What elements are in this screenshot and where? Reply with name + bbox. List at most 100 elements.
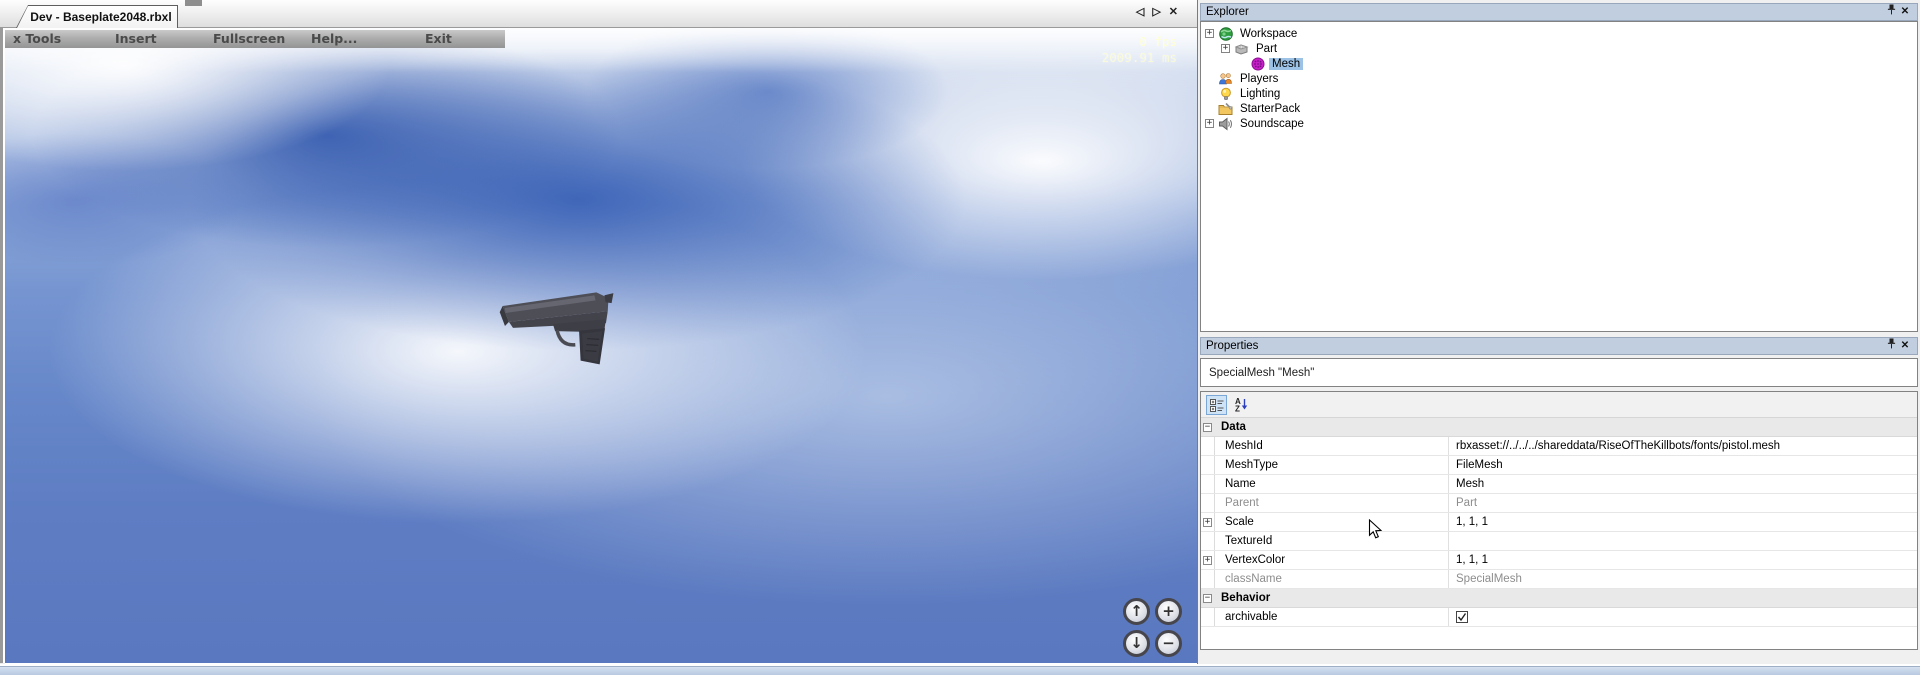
property-row-scale[interactable]: +Scale1, 1, 1 xyxy=(1201,513,1917,532)
pistol-mesh-object[interactable] xyxy=(492,283,631,371)
property-row-classname[interactable]: classNameSpecialMesh xyxy=(1201,570,1917,589)
viewport-window: Dev - Baseplate2048.rbxl ◁ ▷ ✕ x Tools Inse… xyxy=(0,0,1197,675)
selection-info: SpecialMesh "Mesh" xyxy=(1200,358,1918,387)
property-name: archivable xyxy=(1215,608,1449,626)
row-margin: + xyxy=(1201,551,1215,569)
categorized-view-button[interactable] xyxy=(1206,395,1227,415)
tree-item-label: Workspace xyxy=(1237,28,1300,40)
sidebar-item-starterpack[interactable]: StarterPack xyxy=(1201,101,1917,116)
property-row-parent[interactable]: ParentPart xyxy=(1201,494,1917,513)
tree-expander[interactable]: + xyxy=(1205,119,1214,128)
property-row-name[interactable]: NameMesh xyxy=(1201,475,1917,494)
sidebar-item-lighting[interactable]: Lighting xyxy=(1201,86,1917,101)
property-value[interactable]: FileMesh xyxy=(1449,459,1917,471)
property-name: Behavior xyxy=(1215,589,1449,607)
property-name: MeshId xyxy=(1215,437,1449,455)
nav-back-icon[interactable]: ◁ xyxy=(1136,4,1144,20)
properties-body: A Z −DataMeshIdrbxasset://../../../share… xyxy=(1200,391,1918,650)
explorer-header[interactable]: Explorer ✕ xyxy=(1200,3,1918,21)
sidebar-item-players[interactable]: Players xyxy=(1201,71,1917,86)
row-margin xyxy=(1201,456,1215,474)
property-value[interactable]: Mesh xyxy=(1449,478,1917,490)
sidebar-item-mesh[interactable]: Mesh xyxy=(1201,56,1917,71)
lighting-icon xyxy=(1218,86,1233,101)
property-value[interactable]: 1, 1, 1 xyxy=(1449,554,1917,566)
camera-up-button[interactable]: ↑ xyxy=(1123,598,1150,625)
property-value[interactable] xyxy=(1449,611,1917,623)
property-row-meshid[interactable]: MeshIdrbxasset://../../../shareddata/Ris… xyxy=(1201,437,1917,456)
property-name: Parent xyxy=(1215,494,1449,512)
property-name: Scale xyxy=(1215,513,1449,531)
row-margin xyxy=(1201,475,1215,493)
camera-down-button[interactable]: ↓ xyxy=(1123,630,1150,657)
frame-time: 2009.91 ms xyxy=(1102,50,1177,66)
property-name: TextureId xyxy=(1215,532,1449,550)
property-name: className xyxy=(1215,570,1449,588)
ingame-menu-bar: x Tools Insert Fullscreen Help... Exit xyxy=(5,30,505,48)
sidebar-item-soundscape[interactable]: + Soundscape xyxy=(1201,116,1917,131)
property-name: Name xyxy=(1215,475,1449,493)
3d-viewport[interactable]: x Tools Insert Fullscreen Help... Exit 0 fps… xyxy=(5,28,1197,663)
explorer-tree: + Workspace+Part Mesh Players Lighting Starte… xyxy=(1200,21,1918,332)
properties-toolbar: A Z xyxy=(1201,392,1917,418)
row-margin xyxy=(1201,608,1215,626)
background-window-notch xyxy=(185,0,202,6)
menu-item-fullscreen[interactable]: Fullscreen xyxy=(213,31,285,46)
sidebar-item-workspace[interactable]: + Workspace xyxy=(1201,26,1917,41)
expand-icon[interactable]: + xyxy=(1203,556,1212,565)
archivable-checkbox[interactable] xyxy=(1456,611,1468,623)
property-row-vertexcolor[interactable]: +VertexColor1, 1, 1 xyxy=(1201,551,1917,570)
menu-item-insert[interactable]: Insert xyxy=(115,31,157,46)
property-value[interactable]: 1, 1, 1 xyxy=(1449,516,1917,528)
tree-item-label: Lighting xyxy=(1237,88,1283,100)
collapse-icon[interactable]: − xyxy=(1203,423,1212,432)
tree-item-label: StarterPack xyxy=(1237,103,1303,115)
properties-title: Properties xyxy=(1206,340,1258,352)
tree-item-label: Mesh xyxy=(1269,58,1303,70)
property-value[interactable]: rbxasset://../../../shareddata/RiseOfThe… xyxy=(1449,440,1917,452)
expand-icon[interactable]: + xyxy=(1203,518,1212,527)
nav-forward-icon[interactable]: ▷ xyxy=(1152,4,1160,20)
menu-item-exit[interactable]: Exit xyxy=(425,31,452,46)
app-window: Dev - Baseplate2048.rbxl ◁ ▷ ✕ x Tools Inse… xyxy=(0,0,1920,675)
property-value[interactable]: SpecialMesh xyxy=(1449,573,1917,585)
menu-item-help[interactable]: Help... xyxy=(311,31,357,46)
row-margin xyxy=(1201,570,1215,588)
tree-item-label: Players xyxy=(1237,73,1281,85)
property-name: MeshType xyxy=(1215,456,1449,474)
property-name: Data xyxy=(1215,418,1449,436)
close-icon[interactable]: ✕ xyxy=(1898,339,1912,353)
zoom-out-button[interactable]: − xyxy=(1155,630,1182,657)
property-row-textureid[interactable]: TextureId xyxy=(1201,532,1917,551)
starterpack-icon xyxy=(1218,101,1233,116)
close-icon[interactable]: ✕ xyxy=(1898,5,1912,19)
row-margin: − xyxy=(1201,418,1215,436)
bottom-edge-strip xyxy=(0,667,1920,675)
tree-expander[interactable]: + xyxy=(1221,44,1230,53)
menu-item-xtools[interactable]: x Tools xyxy=(13,31,61,46)
collapse-icon[interactable]: − xyxy=(1203,594,1212,603)
tree-expander[interactable]: + xyxy=(1205,29,1214,38)
sidebar-item-part[interactable]: +Part xyxy=(1201,41,1917,56)
soundscape-icon xyxy=(1218,116,1233,131)
tab-nav-buttons: ◁ ▷ ✕ xyxy=(1136,4,1178,20)
close-icon[interactable]: ✕ xyxy=(1169,4,1178,20)
zoom-in-button[interactable]: + xyxy=(1155,598,1182,625)
pin-icon[interactable] xyxy=(1884,4,1898,20)
alphabetical-sort-button[interactable]: A Z xyxy=(1231,395,1252,415)
document-tab-bar: Dev - Baseplate2048.rbxl ◁ ▷ ✕ xyxy=(0,0,1197,28)
row-margin xyxy=(1201,494,1215,512)
property-row-archivable[interactable]: archivable xyxy=(1201,608,1917,627)
pin-icon[interactable] xyxy=(1884,338,1898,354)
document-tab[interactable]: Dev - Baseplate2048.rbxl xyxy=(16,5,178,28)
properties-grid: −DataMeshIdrbxasset://../../../shareddat… xyxy=(1201,418,1917,627)
property-value[interactable]: Part xyxy=(1449,497,1917,509)
properties-header[interactable]: Properties ✕ xyxy=(1200,337,1918,355)
tree-item-label: Soundscape xyxy=(1237,118,1307,130)
fps-counter: 0 fps xyxy=(1102,34,1177,50)
property-row-meshtype[interactable]: MeshTypeFileMesh xyxy=(1201,456,1917,475)
row-margin xyxy=(1201,532,1215,550)
workspace-icon xyxy=(1218,26,1233,41)
document-tab-title: Dev - Baseplate2048.rbxl xyxy=(17,6,177,28)
camera-controls: ↑+↓− xyxy=(1123,598,1189,657)
